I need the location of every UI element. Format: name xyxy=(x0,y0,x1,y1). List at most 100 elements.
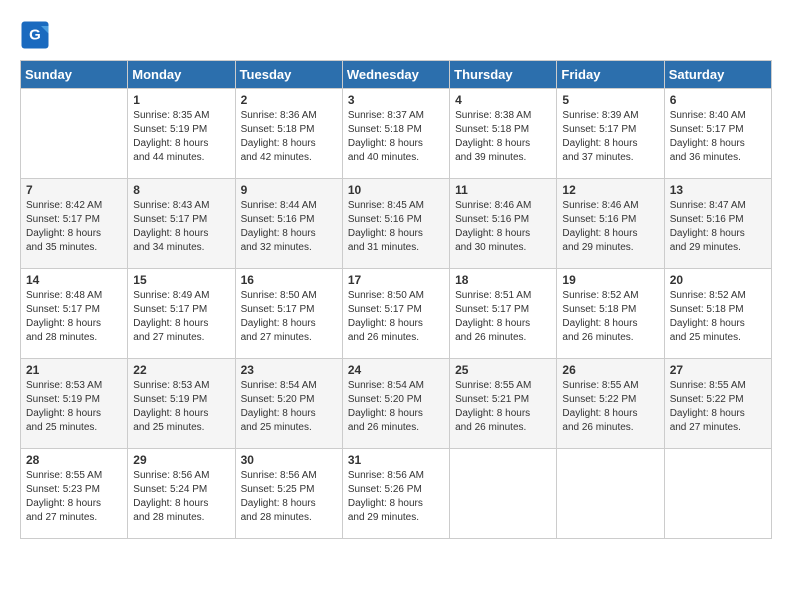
cell-info: Sunrise: 8:47 AM Sunset: 5:16 PM Dayligh… xyxy=(670,199,766,255)
cell-info: Sunrise: 8:48 AM Sunset: 5:17 PM Dayligh… xyxy=(26,289,122,345)
cell-info: Sunrise: 8:51 AM Sunset: 5:17 PM Dayligh… xyxy=(455,289,551,345)
calendar-cell: 12 Sunrise: 8:46 AM Sunset: 5:16 PM Dayli… xyxy=(557,179,664,269)
day-number: 9 xyxy=(241,183,337,197)
day-number: 5 xyxy=(562,93,658,107)
cell-info: Sunrise: 8:50 AM Sunset: 5:17 PM Dayligh… xyxy=(348,289,444,345)
calendar-cell: 24 Sunrise: 8:54 AM Sunset: 5:20 PM Dayli… xyxy=(342,359,449,449)
day-number: 8 xyxy=(133,183,229,197)
day-number: 29 xyxy=(133,453,229,467)
calendar-cell: 18 Sunrise: 8:51 AM Sunset: 5:17 PM Dayli… xyxy=(450,269,557,359)
cell-info: Sunrise: 8:39 AM Sunset: 5:17 PM Dayligh… xyxy=(562,109,658,165)
cell-info: Sunrise: 8:40 AM Sunset: 5:17 PM Dayligh… xyxy=(670,109,766,165)
logo-icon: G xyxy=(20,20,50,50)
cell-info: Sunrise: 8:37 AM Sunset: 5:18 PM Dayligh… xyxy=(348,109,444,165)
day-number: 16 xyxy=(241,273,337,287)
weekday-header: Tuesday xyxy=(235,61,342,89)
calendar-cell xyxy=(21,89,128,179)
day-number: 21 xyxy=(26,363,122,377)
cell-info: Sunrise: 8:56 AM Sunset: 5:25 PM Dayligh… xyxy=(241,469,337,525)
weekday-header: Friday xyxy=(557,61,664,89)
day-number: 2 xyxy=(241,93,337,107)
day-number: 24 xyxy=(348,363,444,377)
calendar-cell: 6 Sunrise: 8:40 AM Sunset: 5:17 PM Daylig… xyxy=(664,89,771,179)
cell-info: Sunrise: 8:55 AM Sunset: 5:23 PM Dayligh… xyxy=(26,469,122,525)
cell-info: Sunrise: 8:54 AM Sunset: 5:20 PM Dayligh… xyxy=(241,379,337,435)
day-number: 22 xyxy=(133,363,229,377)
weekday-header: Thursday xyxy=(450,61,557,89)
calendar-cell: 9Sunrise: 8:44 AM Sunset: 5:16 PM Daylig… xyxy=(235,179,342,269)
cell-info: Sunrise: 8:45 AM Sunset: 5:16 PM Dayligh… xyxy=(348,199,444,255)
calendar-cell: 23Sunrise: 8:54 AM Sunset: 5:20 PM Dayli… xyxy=(235,359,342,449)
day-number: 28 xyxy=(26,453,122,467)
day-number: 27 xyxy=(670,363,766,377)
day-number: 11 xyxy=(455,183,551,197)
calendar-cell xyxy=(450,449,557,539)
calendar-week-row: 28 Sunrise: 8:55 AM Sunset: 5:23 PM Dayli… xyxy=(21,449,772,539)
calendar-cell: 22 Sunrise: 8:53 AM Sunset: 5:19 PM Dayli… xyxy=(128,359,235,449)
day-number: 4 xyxy=(455,93,551,107)
day-number: 18 xyxy=(455,273,551,287)
cell-info: Sunrise: 8:43 AM Sunset: 5:17 PM Dayligh… xyxy=(133,199,229,255)
calendar-cell: 27 Sunrise: 8:55 AM Sunset: 5:22 PM Dayli… xyxy=(664,359,771,449)
calendar-cell: 15 Sunrise: 8:49 AM Sunset: 5:17 PM Dayli… xyxy=(128,269,235,359)
weekday-header: Saturday xyxy=(664,61,771,89)
day-number: 31 xyxy=(348,453,444,467)
calendar-cell xyxy=(557,449,664,539)
cell-info: Sunrise: 8:52 AM Sunset: 5:18 PM Dayligh… xyxy=(562,289,658,345)
calendar-week-row: 1Sunrise: 8:35 AM Sunset: 5:19 PM Daylig… xyxy=(21,89,772,179)
cell-info: Sunrise: 8:56 AM Sunset: 5:26 PM Dayligh… xyxy=(348,469,444,525)
day-number: 12 xyxy=(562,183,658,197)
day-number: 10 xyxy=(348,183,444,197)
calendar-cell: 17Sunrise: 8:50 AM Sunset: 5:17 PM Dayli… xyxy=(342,269,449,359)
calendar-cell: 31 Sunrise: 8:56 AM Sunset: 5:26 PM Dayli… xyxy=(342,449,449,539)
cell-info: Sunrise: 8:36 AM Sunset: 5:18 PM Dayligh… xyxy=(241,109,337,165)
calendar-cell: 16 Sunrise: 8:50 AM Sunset: 5:17 PM Dayli… xyxy=(235,269,342,359)
cell-info: Sunrise: 8:54 AM Sunset: 5:20 PM Dayligh… xyxy=(348,379,444,435)
calendar-cell: 10 Sunrise: 8:45 AM Sunset: 5:16 PM Dayli… xyxy=(342,179,449,269)
weekday-header: Wednesday xyxy=(342,61,449,89)
day-number: 19 xyxy=(562,273,658,287)
svg-text:G: G xyxy=(29,27,41,44)
weekday-header: Monday xyxy=(128,61,235,89)
calendar-cell: 13 Sunrise: 8:47 AM Sunset: 5:16 PM Dayli… xyxy=(664,179,771,269)
cell-info: Sunrise: 8:46 AM Sunset: 5:16 PM Dayligh… xyxy=(562,199,658,255)
cell-info: Sunrise: 8:38 AM Sunset: 5:18 PM Dayligh… xyxy=(455,109,551,165)
cell-info: Sunrise: 8:55 AM Sunset: 5:22 PM Dayligh… xyxy=(670,379,766,435)
cell-info: Sunrise: 8:46 AM Sunset: 5:16 PM Dayligh… xyxy=(455,199,551,255)
cell-info: Sunrise: 8:35 AM Sunset: 5:19 PM Dayligh… xyxy=(133,109,229,165)
cell-info: Sunrise: 8:53 AM Sunset: 5:19 PM Dayligh… xyxy=(133,379,229,435)
calendar-cell: 4 Sunrise: 8:38 AM Sunset: 5:18 PM Daylig… xyxy=(450,89,557,179)
calendar-cell: 8 Sunrise: 8:43 AM Sunset: 5:17 PM Daylig… xyxy=(128,179,235,269)
cell-info: Sunrise: 8:50 AM Sunset: 5:17 PM Dayligh… xyxy=(241,289,337,345)
calendar-cell: 26 Sunrise: 8:55 AM Sunset: 5:22 PM Dayli… xyxy=(557,359,664,449)
calendar-cell: 5 Sunrise: 8:39 AM Sunset: 5:17 PM Daylig… xyxy=(557,89,664,179)
day-number: 30 xyxy=(241,453,337,467)
day-number: 7 xyxy=(26,183,122,197)
cell-info: Sunrise: 8:49 AM Sunset: 5:17 PM Dayligh… xyxy=(133,289,229,345)
day-number: 25 xyxy=(455,363,551,377)
cell-info: Sunrise: 8:55 AM Sunset: 5:22 PM Dayligh… xyxy=(562,379,658,435)
day-number: 15 xyxy=(133,273,229,287)
day-number: 6 xyxy=(670,93,766,107)
calendar-cell: 11 Sunrise: 8:46 AM Sunset: 5:16 PM Dayli… xyxy=(450,179,557,269)
calendar-cell: 2 Sunrise: 8:36 AM Sunset: 5:18 PM Daylig… xyxy=(235,89,342,179)
cell-info: Sunrise: 8:42 AM Sunset: 5:17 PM Dayligh… xyxy=(26,199,122,255)
day-number: 13 xyxy=(670,183,766,197)
calendar-cell: 3 Sunrise: 8:37 AM Sunset: 5:18 PM Daylig… xyxy=(342,89,449,179)
calendar-cell: 25 Sunrise: 8:55 AM Sunset: 5:21 PM Dayli… xyxy=(450,359,557,449)
cell-info: Sunrise: 8:55 AM Sunset: 5:21 PM Dayligh… xyxy=(455,379,551,435)
calendar-week-row: 7 Sunrise: 8:42 AM Sunset: 5:17 PM Daylig… xyxy=(21,179,772,269)
day-number: 20 xyxy=(670,273,766,287)
calendar-cell: 29Sunrise: 8:56 AM Sunset: 5:24 PM Dayli… xyxy=(128,449,235,539)
calendar-cell: 30 Sunrise: 8:56 AM Sunset: 5:25 PM Dayli… xyxy=(235,449,342,539)
day-number: 26 xyxy=(562,363,658,377)
calendar-cell: 14Sunrise: 8:48 AM Sunset: 5:17 PM Dayli… xyxy=(21,269,128,359)
cell-info: Sunrise: 8:52 AM Sunset: 5:18 PM Dayligh… xyxy=(670,289,766,345)
calendar-table: SundayMondayTuesdayWednesdayThursdayFrid… xyxy=(20,60,772,539)
day-number: 3 xyxy=(348,93,444,107)
logo: G xyxy=(20,20,54,50)
cell-info: Sunrise: 8:53 AM Sunset: 5:19 PM Dayligh… xyxy=(26,379,122,435)
calendar-body: 1Sunrise: 8:35 AM Sunset: 5:19 PM Daylig… xyxy=(21,89,772,539)
calendar-header-row: SundayMondayTuesdayWednesdayThursdayFrid… xyxy=(21,61,772,89)
calendar-cell: 7 Sunrise: 8:42 AM Sunset: 5:17 PM Daylig… xyxy=(21,179,128,269)
